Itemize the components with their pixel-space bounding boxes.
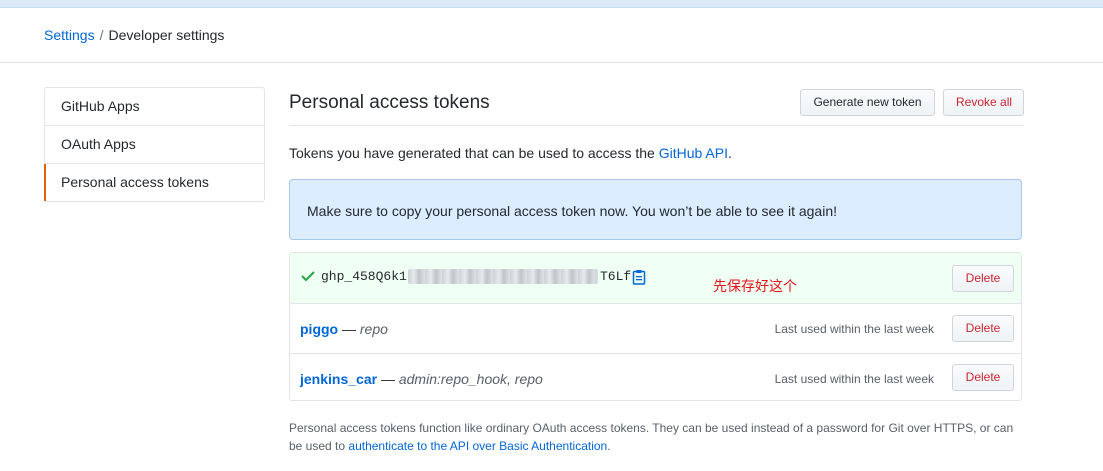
token-scopes: repo bbox=[359, 321, 388, 337]
breadcrumb-settings-link[interactable]: Settings bbox=[44, 27, 95, 43]
check-icon bbox=[301, 271, 315, 281]
revoke-all-button[interactable]: Revoke all bbox=[943, 89, 1024, 116]
token-list: ghp_458Q6k1 T6Lf 先保存好这个 Delete piggo — r… bbox=[289, 252, 1022, 401]
breadcrumb: Settings / Developer settings bbox=[44, 27, 224, 43]
sidebar-item-oauth-apps[interactable]: OAuth Apps bbox=[45, 126, 264, 164]
token-description: jenkins_car — admin:repo_hook, repo bbox=[300, 371, 543, 387]
delete-token-button[interactable]: Delete bbox=[952, 315, 1014, 342]
token-value-prefix[interactable]: ghp_458Q6k1 bbox=[321, 269, 407, 284]
token-description: piggo — repo bbox=[300, 321, 388, 337]
clipboard-icon[interactable] bbox=[632, 269, 646, 285]
intro-text: Tokens you have generated that can be us… bbox=[289, 145, 732, 161]
token-name-link[interactable]: jenkins_car bbox=[300, 371, 377, 387]
flash-notice: Make sure to copy your personal access t… bbox=[289, 179, 1022, 240]
intro-suffix: . bbox=[727, 145, 732, 161]
sidebar-menu: GitHub Apps OAuth Apps Personal access t… bbox=[44, 87, 265, 202]
breadcrumb-current: Developer settings bbox=[108, 27, 225, 43]
delete-new-token-button[interactable]: Delete bbox=[952, 265, 1014, 292]
github-api-link[interactable]: GitHub API bbox=[659, 145, 728, 161]
token-last-used: Last used within the last week bbox=[774, 372, 934, 386]
footnote: Personal access tokens function like ord… bbox=[289, 419, 1029, 455]
token-value-suffix[interactable]: T6Lf bbox=[600, 269, 631, 284]
token-scopes: admin:repo_hook, repo bbox=[398, 371, 543, 387]
header-divider bbox=[0, 62, 1103, 63]
flash-message: Make sure to copy your personal access t… bbox=[307, 203, 837, 219]
token-value-redacted bbox=[408, 269, 598, 284]
handwritten-annotation: 先保存好这个 bbox=[713, 278, 797, 294]
token-dash: — bbox=[377, 371, 399, 387]
page-title: Personal access tokens bbox=[289, 92, 490, 113]
breadcrumb-separator: / bbox=[99, 27, 104, 43]
token-last-used: Last used within the last week bbox=[774, 322, 934, 336]
sidebar-item-github-apps[interactable]: GitHub Apps bbox=[45, 88, 264, 126]
token-row: jenkins_car — admin:repo_hook, repo Last… bbox=[290, 354, 1021, 400]
footnote-suffix: . bbox=[607, 439, 611, 453]
new-token-row: ghp_458Q6k1 T6Lf 先保存好这个 Delete bbox=[290, 253, 1021, 304]
top-banner-strip bbox=[0, 0, 1103, 8]
delete-token-button[interactable]: Delete bbox=[952, 364, 1014, 391]
generate-new-token-button[interactable]: Generate new token bbox=[800, 89, 935, 116]
title-divider bbox=[289, 125, 1024, 126]
intro-prefix: Tokens you have generated that can be us… bbox=[289, 145, 659, 161]
token-row: piggo — repo Last used within the last w… bbox=[290, 304, 1021, 354]
basic-auth-link[interactable]: authenticate to the API over Basic Authe… bbox=[348, 439, 607, 453]
token-dash: — bbox=[338, 321, 360, 337]
sidebar-item-personal-access-tokens[interactable]: Personal access tokens bbox=[44, 164, 264, 201]
token-name-link[interactable]: piggo bbox=[300, 321, 338, 337]
